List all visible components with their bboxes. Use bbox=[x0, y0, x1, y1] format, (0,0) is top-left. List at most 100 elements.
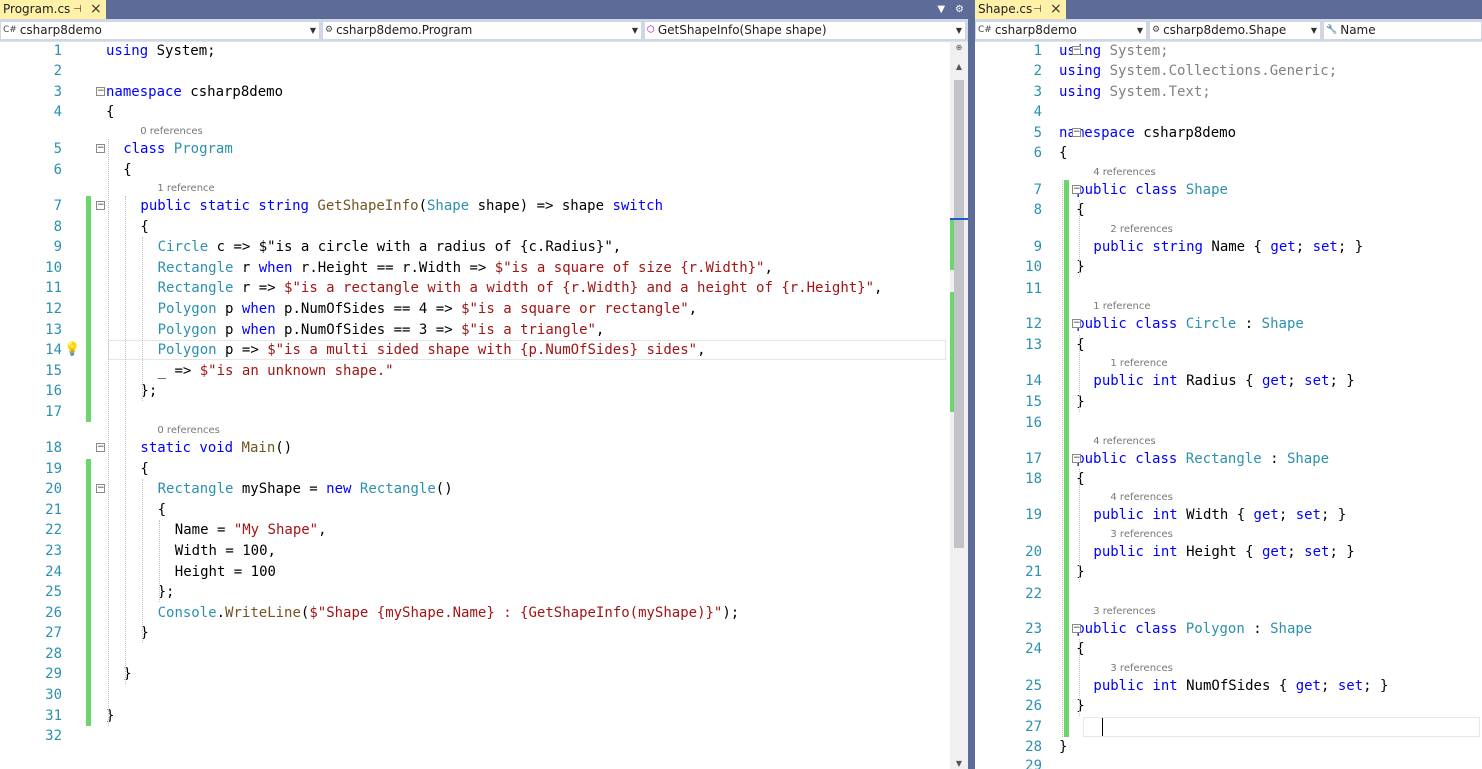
codelens-references[interactable]: 1 reference bbox=[1093, 301, 1150, 313]
code-token: { bbox=[1076, 337, 1085, 353]
codelens-references[interactable]: 4 references bbox=[1093, 436, 1156, 448]
code-line: { bbox=[106, 102, 114, 122]
code-line: { bbox=[1076, 639, 1084, 659]
close-icon[interactable]: × bbox=[1050, 0, 1062, 19]
collapse-toggle-icon[interactable]: − bbox=[1072, 185, 1081, 194]
codelens-references[interactable]: 4 references bbox=[1110, 492, 1173, 504]
indent-guide bbox=[1062, 180, 1063, 737]
code-token: }" bbox=[595, 239, 613, 255]
code-token: NumOfSides { bbox=[1177, 678, 1296, 694]
line-number: 5 bbox=[53, 141, 62, 157]
code-line: Rectangle r => $"is a rectangle with a w… bbox=[158, 278, 883, 298]
line-number: 4 bbox=[53, 104, 62, 120]
pane-splitter[interactable] bbox=[968, 0, 975, 769]
code-token: public int bbox=[1093, 373, 1178, 389]
line-number: 1 bbox=[1033, 43, 1042, 59]
codelens-references[interactable]: 2 references bbox=[1110, 224, 1173, 236]
close-icon[interactable]: × bbox=[90, 0, 102, 19]
code-token: } bbox=[1076, 564, 1085, 580]
code-line: public class Shape bbox=[1076, 180, 1228, 200]
type-label: csharp8demo.Program bbox=[336, 23, 473, 37]
code-line: using System.Collections.Generic; bbox=[1059, 61, 1337, 81]
code-token: p.NumOfSides == 3 => bbox=[275, 322, 462, 338]
change-marker bbox=[1064, 180, 1069, 737]
collapse-toggle-icon[interactable]: − bbox=[1072, 319, 1081, 328]
line-number: 22 bbox=[45, 522, 62, 538]
line-number: 27 bbox=[1025, 719, 1042, 735]
line-number: 13 bbox=[1025, 337, 1042, 353]
scrollbar-thumb[interactable] bbox=[954, 80, 964, 548]
tab-shape-cs[interactable]: Shape.cs ⊣ × bbox=[975, 0, 1066, 19]
split-icon[interactable]: ⊕ bbox=[950, 43, 968, 52]
code-token: public string bbox=[1093, 239, 1203, 255]
code-token: , bbox=[874, 280, 883, 296]
type-dropdown[interactable]: ⚙ csharp8demo.Shape ▼ bbox=[1149, 21, 1321, 40]
code-token: r => bbox=[233, 280, 285, 296]
code-token: using bbox=[1059, 63, 1102, 79]
code-line: namespace csharp8demo bbox=[106, 82, 283, 102]
code-token: . bbox=[216, 605, 226, 621]
scroll-up-icon[interactable]: ▲ bbox=[950, 62, 968, 71]
line-number: 12 bbox=[45, 301, 62, 317]
code-line: Circle c => $"is a circle with a radius … bbox=[158, 237, 622, 257]
codelens-references[interactable]: 4 references bbox=[1093, 167, 1156, 179]
pin-icon[interactable]: ⊣ bbox=[73, 0, 82, 19]
code-editor[interactable]: 1 using System; 2 using System.Collections.… bbox=[975, 42, 1482, 769]
lightbulb-icon[interactable]: 💡 bbox=[64, 340, 80, 360]
code-token: Name { bbox=[1202, 239, 1271, 255]
line-number: 5 bbox=[1033, 125, 1042, 141]
code-line: using System.Text; bbox=[1059, 82, 1211, 102]
codelens-references[interactable]: 0 references bbox=[140, 126, 203, 138]
code-token: { bbox=[123, 162, 132, 178]
collapse-toggle-icon[interactable]: − bbox=[96, 443, 105, 452]
collapse-toggle-icon[interactable]: − bbox=[1072, 128, 1081, 137]
chevron-down-icon: ▼ bbox=[309, 26, 316, 35]
collapse-toggle-icon[interactable]: − bbox=[1072, 624, 1081, 633]
pin-icon[interactable]: ⊣ bbox=[1033, 0, 1042, 19]
code-token: , bbox=[764, 260, 773, 276]
codelens-references[interactable]: 3 references bbox=[1110, 529, 1173, 541]
code-line: { bbox=[158, 500, 166, 520]
codelens-references[interactable]: 0 references bbox=[157, 425, 220, 437]
settings-gear-icon[interactable]: ⚙ bbox=[955, 4, 964, 15]
code-token: c => bbox=[208, 239, 259, 255]
line-number: 21 bbox=[45, 502, 62, 518]
code-line: public int Height { get; set; } bbox=[1093, 542, 1354, 562]
code-token: ); bbox=[722, 605, 740, 621]
member-dropdown[interactable]: ⬡ GetShapeInfo(Shape shape) ▼ bbox=[644, 21, 966, 40]
collapse-toggle-icon[interactable]: − bbox=[96, 201, 105, 210]
line-number: 27 bbox=[45, 625, 62, 641]
shape-editor-pane: Shape.cs ⊣ × C# csharp8demo ▼ ⚙ csharp8demo… bbox=[975, 0, 1482, 769]
codelens-references[interactable]: 3 references bbox=[1110, 663, 1173, 675]
collapse-toggle-icon[interactable]: − bbox=[1072, 46, 1081, 55]
member-dropdown[interactable]: 🔧 Name bbox=[1323, 21, 1482, 40]
codelens-references[interactable]: 3 references bbox=[1093, 606, 1156, 618]
collapse-toggle-icon[interactable]: − bbox=[96, 484, 105, 493]
line-number: 9 bbox=[1033, 239, 1042, 255]
project-dropdown[interactable]: C# csharp8demo ▼ bbox=[975, 21, 1147, 40]
project-dropdown[interactable]: C# csharp8demo ▼ bbox=[0, 21, 320, 40]
code-token: Shape bbox=[1286, 451, 1330, 467]
line-number: 14 bbox=[1025, 373, 1042, 389]
code-token: ; } bbox=[1321, 507, 1347, 523]
vertical-scrollbar[interactable]: ⊕ ▲ ▼ bbox=[950, 42, 968, 769]
code-token: { bbox=[1076, 202, 1085, 218]
line-number: 3 bbox=[1033, 84, 1042, 100]
scroll-down-icon[interactable]: ▼ bbox=[950, 759, 968, 768]
codelens-references[interactable]: 1 reference bbox=[1110, 358, 1167, 370]
code-token: get bbox=[1261, 544, 1288, 560]
code-editor[interactable]: 1 using System; 2 3 namespace csharp8demo 4{5… bbox=[0, 42, 968, 769]
code-line: public int Radius { get; set; } bbox=[1093, 371, 1354, 391]
line-number: 10 bbox=[1025, 259, 1042, 275]
code-token: namespace bbox=[1059, 125, 1135, 141]
tab-program-cs[interactable]: Program.cs ⊣ × bbox=[0, 0, 106, 19]
code-line: { bbox=[1076, 469, 1084, 489]
collapse-toggle-icon[interactable]: − bbox=[96, 87, 105, 96]
codelens-references[interactable]: 1 reference bbox=[157, 183, 214, 195]
collapse-toggle-icon[interactable]: − bbox=[96, 144, 105, 153]
line-number: 10 bbox=[45, 260, 62, 276]
dropdown-icon[interactable]: ▼ bbox=[937, 4, 945, 15]
collapse-toggle-icon[interactable]: − bbox=[1072, 454, 1081, 463]
type-dropdown[interactable]: ⚙ csharp8demo.Program ▼ bbox=[322, 21, 642, 40]
